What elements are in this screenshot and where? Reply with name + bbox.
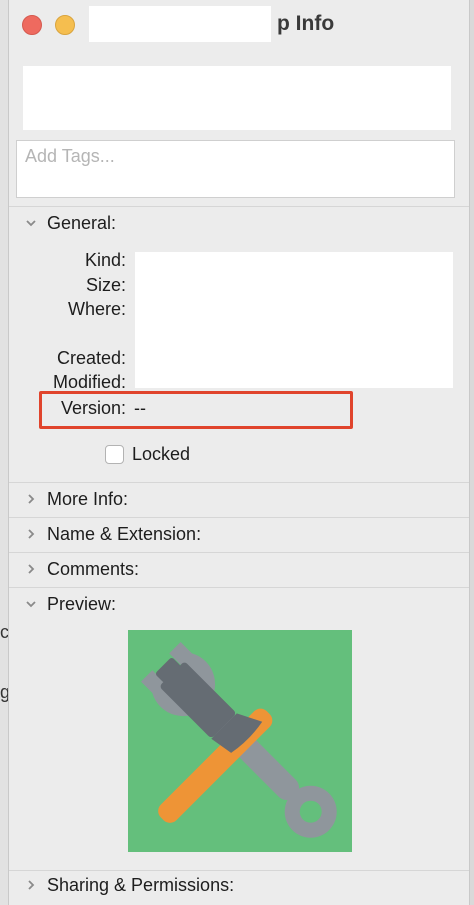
minimize-button[interactable] bbox=[55, 15, 75, 35]
section-preview-label: Preview: bbox=[47, 594, 117, 614]
background-window-edge bbox=[0, 0, 8, 905]
chevron-right-icon bbox=[23, 878, 39, 896]
locked-checkbox[interactable] bbox=[105, 445, 124, 464]
close-button[interactable] bbox=[22, 15, 42, 35]
chevron-down-icon bbox=[23, 597, 39, 615]
file-name-field-redacted bbox=[23, 66, 451, 130]
title-bar[interactable]: p Info bbox=[9, 0, 469, 52]
hammer-wrench-icon bbox=[128, 630, 352, 852]
version-label: Version: bbox=[60, 398, 126, 418]
section-more-info[interactable]: More Info: bbox=[9, 487, 469, 517]
modified-label: Modified: bbox=[52, 372, 126, 392]
section-name-extension-label: Name & Extension: bbox=[47, 524, 202, 544]
chevron-right-icon bbox=[23, 492, 39, 510]
kind-label: Kind: bbox=[84, 250, 126, 270]
section-general[interactable]: General: bbox=[9, 211, 469, 241]
locked-label[interactable]: Locked bbox=[132, 444, 190, 465]
section-more-info-label: More Info: bbox=[47, 489, 129, 509]
section-general-label: General: bbox=[47, 213, 117, 233]
divider bbox=[9, 206, 469, 207]
section-preview[interactable]: Preview: bbox=[9, 592, 469, 622]
section-comments-label: Comments: bbox=[47, 559, 140, 579]
section-name-extension[interactable]: Name & Extension: bbox=[9, 522, 469, 552]
created-label: Created: bbox=[56, 348, 126, 368]
section-sharing-permissions-label: Sharing & Permissions: bbox=[47, 875, 235, 895]
size-label: Size: bbox=[85, 275, 126, 295]
where-label: Where: bbox=[67, 299, 126, 319]
section-sharing-permissions[interactable]: Sharing & Permissions: bbox=[9, 873, 469, 903]
divider bbox=[9, 587, 469, 588]
divider bbox=[9, 482, 469, 483]
get-info-window: p Info Add Tags... General: Kind: Size: … bbox=[8, 0, 470, 905]
redacted-values bbox=[135, 252, 453, 388]
preview-image bbox=[128, 630, 352, 852]
chevron-down-icon bbox=[23, 216, 39, 234]
redacted-title bbox=[89, 6, 271, 42]
section-comments[interactable]: Comments: bbox=[9, 557, 469, 587]
version-value: -- bbox=[134, 398, 146, 418]
chevron-right-icon bbox=[23, 527, 39, 545]
tags-field[interactable]: Add Tags... bbox=[16, 140, 455, 198]
window-title: p Info bbox=[277, 12, 335, 35]
divider bbox=[9, 870, 469, 871]
divider bbox=[9, 517, 469, 518]
tags-placeholder: Add Tags... bbox=[25, 146, 115, 166]
chevron-right-icon bbox=[23, 562, 39, 580]
divider bbox=[9, 552, 469, 553]
